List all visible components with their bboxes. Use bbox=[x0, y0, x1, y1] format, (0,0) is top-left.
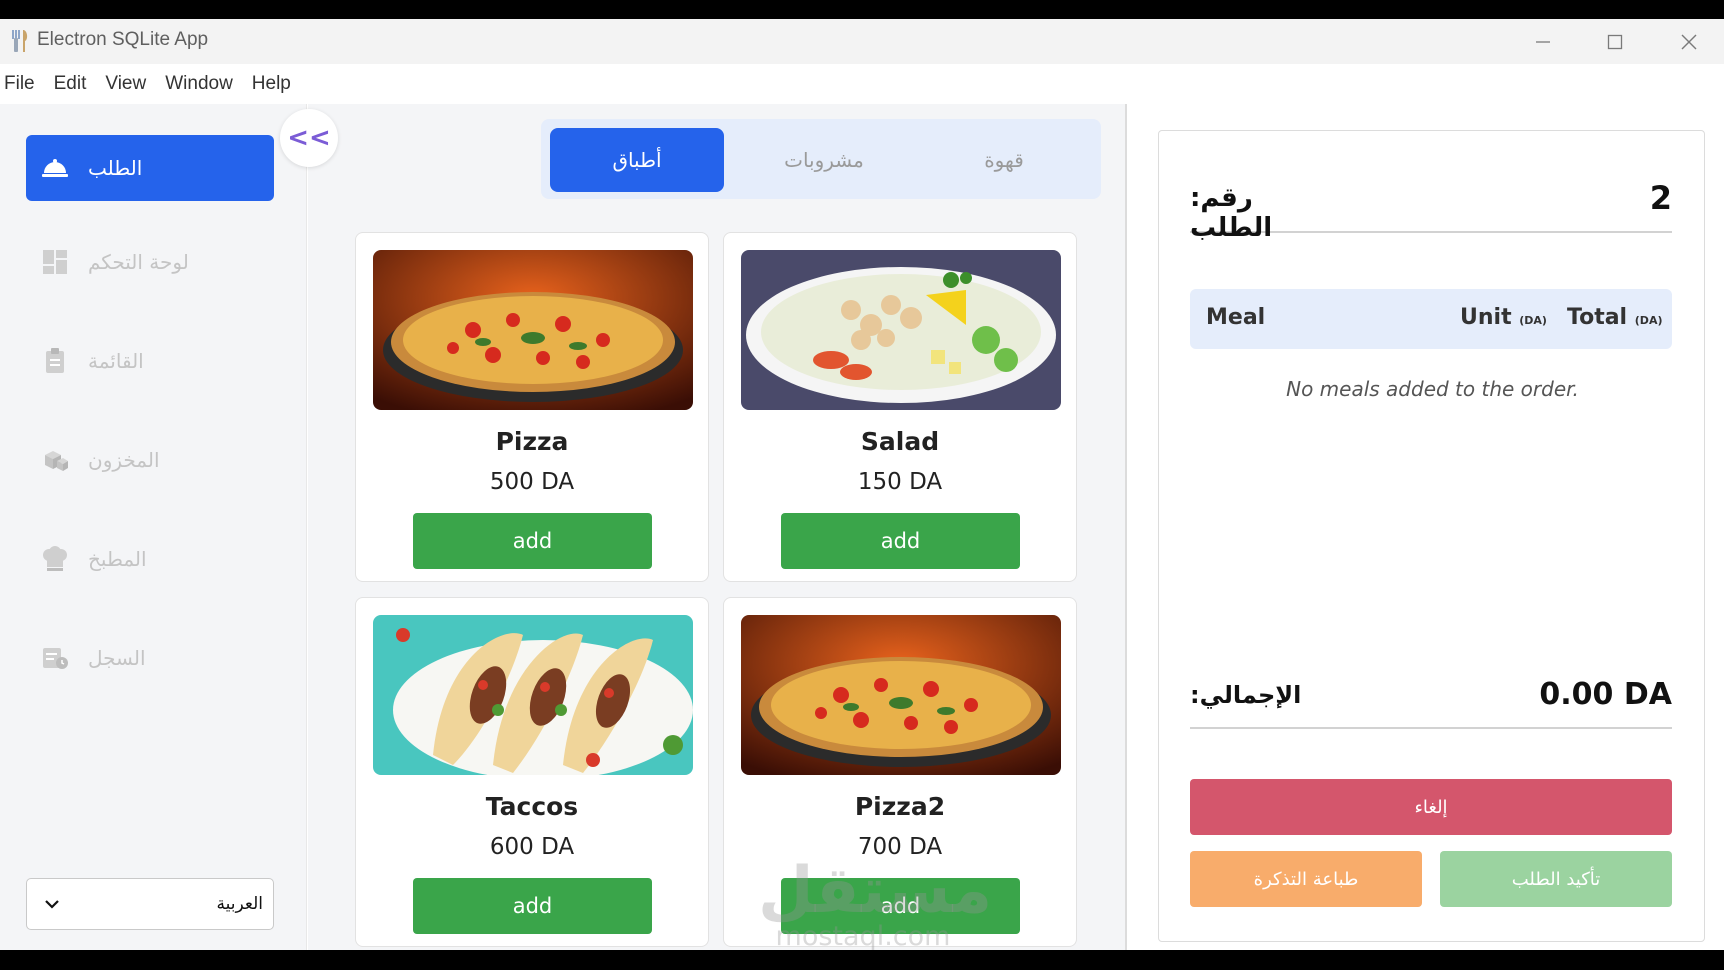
screen-top-border bbox=[0, 0, 1724, 19]
dashboard-grid-icon bbox=[40, 247, 70, 277]
menu-help[interactable]: Help bbox=[252, 73, 291, 95]
sidebar-item-label: القائمة bbox=[88, 349, 144, 373]
add-button[interactable]: add bbox=[413, 513, 652, 569]
maximize-icon bbox=[1607, 34, 1623, 49]
close-icon bbox=[1681, 34, 1697, 49]
history-icon bbox=[40, 643, 70, 673]
sidebar-item-label: المخزون bbox=[88, 448, 160, 472]
empty-order-message: No meals added to the order. bbox=[1286, 377, 1579, 401]
column-total-label: Total bbox=[1567, 305, 1628, 330]
minimize-button[interactable] bbox=[1508, 19, 1578, 64]
currency-label: (DA) bbox=[1634, 314, 1663, 327]
column-unit-label: Unit bbox=[1460, 305, 1512, 330]
menu-bar: File Edit View Window Help bbox=[0, 64, 1724, 104]
sidebar: الطلب لوحة التحكم القائمة المخزون المطبخ bbox=[0, 104, 307, 950]
meal-price: 150 DA bbox=[857, 469, 943, 495]
tacos-image bbox=[373, 615, 693, 775]
sidebar-item-inventory[interactable]: المخزون bbox=[26, 427, 274, 493]
clipboard-icon bbox=[40, 346, 70, 376]
sidebar-item-label: الطلب bbox=[88, 156, 143, 180]
meal-name: Pizza2 bbox=[854, 792, 946, 821]
meal-card: Pizza 500 DA add bbox=[355, 232, 709, 582]
order-number-label: :رقم الطلب bbox=[1190, 183, 1273, 243]
column-meal: Meal bbox=[1206, 305, 1266, 330]
order-panel: :رقم الطلب 2 Meal Unit (DA) Total (DA) N… bbox=[1158, 130, 1705, 942]
order-total-value: 0.00 DA bbox=[1539, 677, 1672, 712]
menu-file[interactable]: File bbox=[4, 73, 35, 95]
chevron-down-icon bbox=[45, 900, 59, 909]
order-table-header: Meal Unit (DA) Total (DA) bbox=[1190, 289, 1672, 349]
sidebar-item-kitchen[interactable]: المطبخ bbox=[26, 526, 274, 592]
sidebar-item-history[interactable]: السجل bbox=[26, 625, 274, 691]
collapse-sidebar-button[interactable]: << bbox=[280, 109, 338, 167]
app-window: Electron SQLite App File Edit View Windo… bbox=[0, 19, 1724, 950]
menu-window[interactable]: Window bbox=[165, 73, 233, 95]
title-bar: Electron SQLite App bbox=[0, 19, 1724, 64]
maximize-button[interactable] bbox=[1580, 19, 1650, 64]
menu-view[interactable]: View bbox=[105, 73, 146, 95]
language-select[interactable]: العربية bbox=[26, 878, 274, 930]
close-button[interactable] bbox=[1654, 19, 1724, 64]
chef-hat-icon bbox=[40, 544, 70, 574]
meal-price: 600 DA bbox=[489, 834, 575, 860]
minimize-icon bbox=[1536, 40, 1550, 43]
sidebar-item-label: المطبخ bbox=[88, 547, 147, 571]
sidebar-item-menu[interactable]: القائمة bbox=[26, 328, 274, 394]
panel-divider bbox=[1125, 104, 1127, 950]
tab-drinks[interactable]: مشروبات bbox=[737, 128, 911, 192]
order-total-row: :الإجمالي 0.00 DA bbox=[1190, 669, 1672, 729]
category-tabs: أطباق مشروبات قهوة bbox=[541, 119, 1101, 199]
order-total-label: :الإجمالي bbox=[1190, 681, 1302, 709]
meal-name: Salad bbox=[860, 427, 940, 456]
tab-coffee[interactable]: قهوة bbox=[917, 128, 1091, 192]
tab-dishes[interactable]: أطباق bbox=[550, 128, 724, 192]
window-title: Electron SQLite App bbox=[37, 29, 209, 50]
add-button[interactable]: add bbox=[781, 513, 1020, 569]
language-value: العربية bbox=[216, 894, 263, 914]
sidebar-item-order[interactable]: الطلب bbox=[26, 135, 274, 201]
confirm-order-button[interactable]: تأكيد الطلب bbox=[1440, 851, 1672, 907]
meal-price: 500 DA bbox=[489, 469, 575, 495]
column-unit: Unit (DA) bbox=[1460, 305, 1547, 330]
meal-name: Taccos bbox=[485, 792, 579, 821]
cancel-button[interactable]: إلغاء bbox=[1190, 779, 1672, 835]
meals-panel: أطباق مشروبات قهوة Pizza 500 DA add Sala… bbox=[308, 104, 1126, 950]
boxes-icon bbox=[40, 445, 70, 475]
sidebar-item-label: لوحة التحكم bbox=[88, 250, 189, 274]
sidebar-item-dashboard[interactable]: لوحة التحكم bbox=[26, 229, 274, 295]
meal-card: Taccos 600 DA add bbox=[355, 597, 709, 947]
meal-card: Salad 150 DA add bbox=[723, 232, 1077, 582]
pizza-image bbox=[741, 615, 1061, 775]
order-number-row: :رقم الطلب 2 bbox=[1190, 173, 1672, 243]
column-total: Total (DA) bbox=[1567, 305, 1662, 330]
add-button[interactable]: add bbox=[781, 878, 1020, 934]
salad-image bbox=[741, 250, 1061, 410]
meal-card: Pizza2 700 DA add bbox=[723, 597, 1077, 947]
dish-cover-icon bbox=[40, 153, 70, 183]
menu-edit[interactable]: Edit bbox=[54, 73, 87, 95]
add-button[interactable]: add bbox=[413, 878, 652, 934]
currency-label: (DA) bbox=[1519, 314, 1547, 327]
print-ticket-button[interactable]: طباعة التذكرة bbox=[1190, 851, 1422, 907]
meal-price: 700 DA bbox=[857, 834, 943, 860]
fork-knife-icon bbox=[12, 30, 28, 52]
meal-name: Pizza bbox=[495, 427, 569, 456]
pizza-image bbox=[373, 250, 693, 410]
order-number-value: 2 bbox=[1649, 179, 1672, 217]
sidebar-item-label: السجل bbox=[88, 646, 146, 670]
screen-bottom-border bbox=[0, 950, 1724, 970]
